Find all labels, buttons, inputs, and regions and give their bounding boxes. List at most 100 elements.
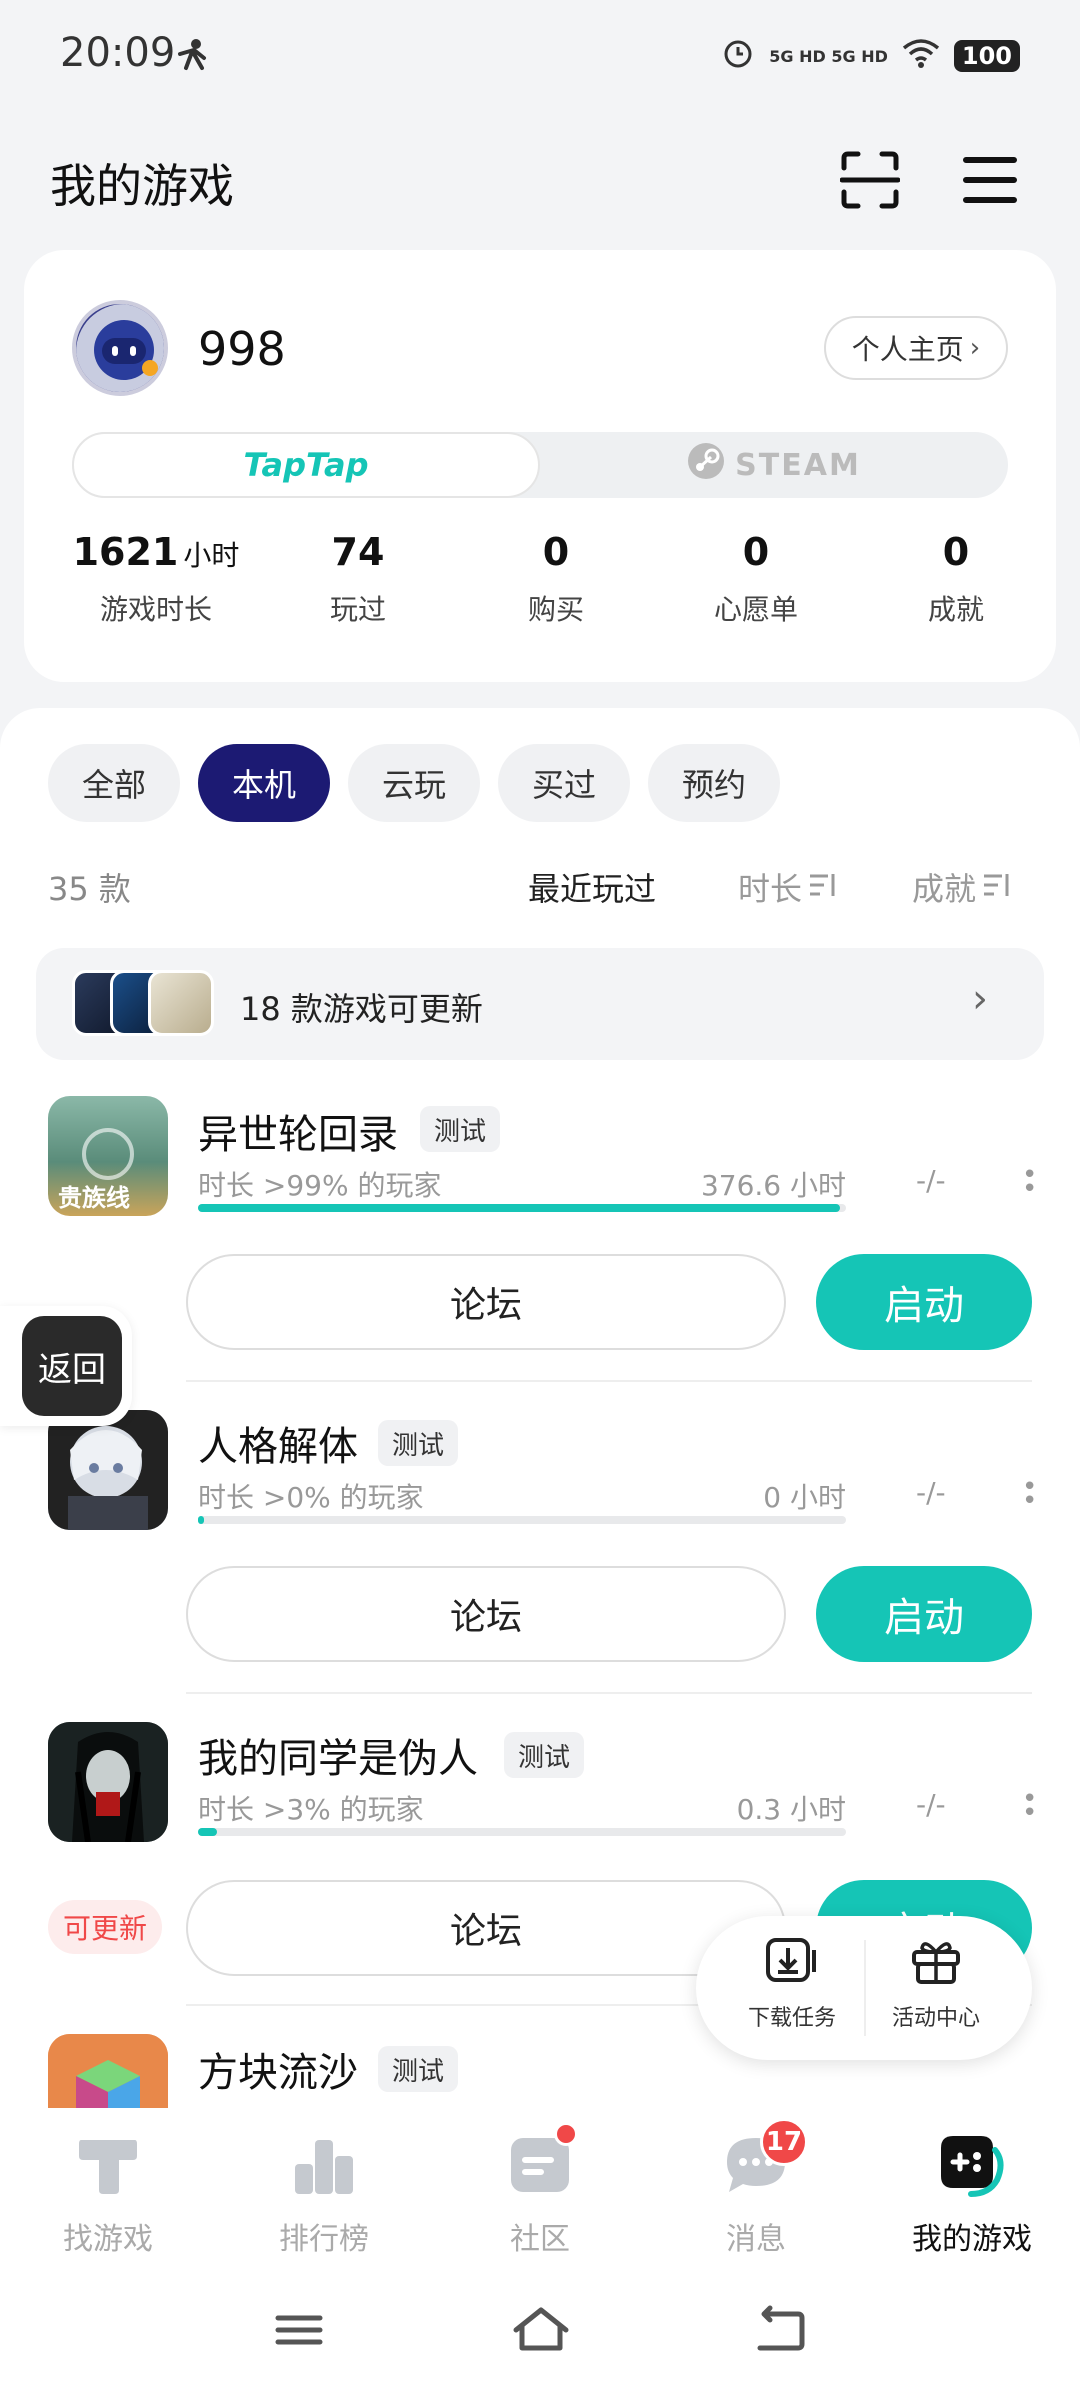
back-button[interactable]: 返回 [22,1316,122,1416]
stat-played[interactable]: 74 玩过 [258,530,458,628]
game-icon[interactable] [48,1410,168,1530]
achievement-progress: -/- [916,1164,946,1197]
sort-icon [982,868,1012,906]
playtime-rank: 时长 >3% 的玩家 [198,1793,424,1826]
sort-icon [808,868,838,906]
filter-chip-local[interactable]: 本机 [198,744,330,822]
nav-label: 找游戏 [63,2222,153,2257]
game-title[interactable]: 异世轮回录 [198,1102,398,1160]
filter-chip-cloud[interactable]: 云玩 [348,744,480,822]
profile-page-label: 个人主页 [851,333,964,366]
playtime-progress [198,1516,846,1524]
system-back-icon[interactable] [746,2300,816,2360]
forum-button[interactable]: 论坛 [186,1880,786,1976]
alarm-icon [721,36,755,76]
filter-chip-bought[interactable]: 买过 [498,744,630,822]
divider [186,1692,1032,1694]
nav-label: 排行榜 [279,2222,369,2257]
stat-value: 74 [331,530,385,574]
sort-achievement-label: 成就 [912,870,977,908]
chevron-right-icon: › [969,333,981,363]
network-label: 5G HD 5G HD [769,46,888,66]
progress-fill [198,1516,205,1524]
nav-item-community[interactable]: 社区 [440,2130,640,2258]
battery-indicator: 100 [953,40,1020,72]
chevron-right-icon: › [972,976,988,1022]
platform-tab-steam[interactable]: STEAM [540,432,1008,498]
avatar[interactable] [72,300,168,396]
progress-fill [198,1204,840,1212]
forum-button[interactable]: 论坛 [186,1254,786,1350]
sort-duration[interactable]: 时长 [738,864,838,910]
more-options-icon[interactable]: • • [1022,1474,1037,1514]
download-tasks-label: 下载任务 [747,2006,836,2031]
nav-item-my-games[interactable]: 我的游戏 [872,2130,1072,2258]
event-center-label: 活动中心 [891,2006,980,2031]
game-title[interactable]: 方块流沙 [198,2040,358,2098]
nav-item-ranking[interactable]: 排行榜 [224,2130,424,2258]
nav-item-messages[interactable]: 消息 [656,2130,856,2258]
stat-label: 游戏时长 [99,593,212,626]
event-center-button[interactable]: 活动中心 [866,1936,1006,2032]
playtime-rank: 时长 >99% 的玩家 [198,1169,442,1202]
gift-icon [866,1936,1006,1992]
playtime-hours: 376.6 小时 [700,1169,846,1202]
username: 998 [198,322,286,376]
game-title[interactable]: 我的同学是伪人 [198,1726,478,1784]
playtime-hours: 0 小时 [763,1481,846,1514]
sort-duration-label: 时长 [738,870,803,908]
test-tag: 测试 [504,1732,585,1778]
more-options-icon[interactable]: • • [1022,1786,1037,1826]
game-icon[interactable] [48,1722,168,1842]
system-home-icon[interactable] [506,2300,576,2360]
stat-label: 玩过 [329,593,386,626]
launch-button[interactable]: 启动 [816,1566,1032,1662]
update-banner-text: 18 款游戏可更新 [240,990,483,1028]
sort-achievement[interactable]: 成就 [912,864,1012,910]
update-available-badge[interactable]: 可更新 [48,1900,162,1954]
nav-item-find-games[interactable]: 找游戏 [8,2130,208,2258]
profile-page-button[interactable]: 个人主页 › [824,316,1008,380]
stat-wishlist[interactable]: 0 心愿单 [656,530,856,628]
menu-icon[interactable] [960,150,1020,210]
filter-chip-all[interactable]: 全部 [48,744,180,822]
progress-fill [198,1828,218,1836]
steam-label: STEAM [735,447,861,483]
filter-chip-reserved[interactable]: 预约 [648,744,780,822]
game-art [48,1410,168,1530]
steam-icon [687,442,725,488]
more-options-icon[interactable]: • • [1022,1162,1037,1202]
scan-icon[interactable] [839,150,901,210]
download-tasks-button[interactable]: 下载任务 [722,1936,862,2032]
stat-value: 1621 [72,530,179,574]
achievement-progress: -/- [916,1788,946,1821]
download-icon [722,1936,862,1992]
update-game-icons [72,970,222,1036]
stat-value: 0 [942,530,970,574]
test-tag: 测试 [378,1420,459,1466]
nav-label: 社区 [510,2222,570,2257]
platform-tab-taptap[interactable]: TapTap [72,432,540,498]
stat-label: 成就 [927,593,984,626]
icon-text: 贵族线 [58,1184,130,1212]
stat-label: 购买 [527,593,584,626]
playtime-rank: 时长 >0% 的玩家 [198,1481,424,1514]
stat-value: 0 [742,530,770,574]
stat-achievements[interactable]: 0 成就 [856,530,1056,628]
game-icon[interactable]: 贵族线 [48,1096,168,1216]
stat-playtime[interactable]: 1621 小时 游戏时长 [56,530,256,628]
achievement-progress: -/- [916,1476,946,1509]
system-menu-icon[interactable] [264,2300,334,2360]
game-title[interactable]: 人格解体 [198,1414,358,1472]
notification-dot [554,2122,578,2146]
accessibility-icon [174,36,210,76]
message-count-badge: 17 [760,2118,808,2166]
forum-button[interactable]: 论坛 [186,1566,786,1662]
launch-button[interactable]: 启动 [816,1254,1032,1350]
ranking-icon [289,2130,359,2200]
sort-recent[interactable]: 最近玩过 [528,864,656,910]
stat-purchased[interactable]: 0 购买 [456,530,656,628]
find-games-icon [73,2130,143,2200]
game-thumb [148,970,214,1036]
wifi-icon [902,38,940,74]
